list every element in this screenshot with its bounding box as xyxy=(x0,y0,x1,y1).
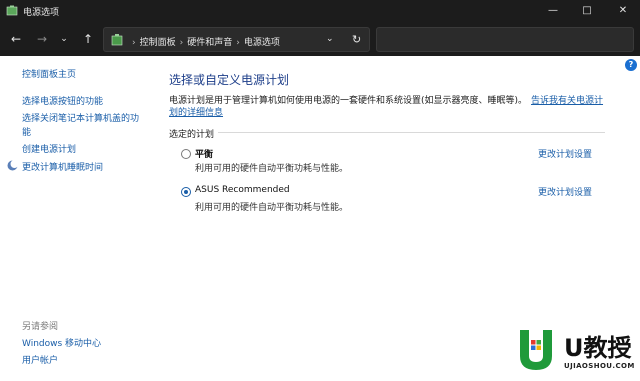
selected-plan-group-label: 选定的计划 xyxy=(169,130,215,140)
sidebar-item-user-accounts[interactable]: 用户帐户 xyxy=(22,353,58,366)
maximize-button[interactable]: □ xyxy=(570,0,604,22)
close-button[interactable]: ✕ xyxy=(606,0,640,22)
plan-asus-radio[interactable] xyxy=(181,187,191,197)
navigation-bar: ← → ⌄ ↑ › 控制面板 › 硬件和声音 › 电源选项 ⌄ ↻ xyxy=(0,22,640,56)
minimize-button[interactable]: — xyxy=(536,0,570,22)
sidebar-item-lid-close-cont[interactable]: 能 xyxy=(22,125,31,138)
plan-balanced-radio[interactable] xyxy=(181,149,191,159)
back-button[interactable]: ← xyxy=(6,30,26,48)
sidebar-item-home[interactable]: 控制面板主页 xyxy=(22,67,76,80)
up-button[interactable]: ↑ xyxy=(78,30,98,48)
help-button[interactable]: ? xyxy=(625,59,637,71)
breadcrumb-hardware-sound[interactable]: 硬件和声音 xyxy=(187,38,232,48)
watermark-text: U教授 xyxy=(564,334,632,362)
watermark-subtext: UJIAOSHOU.COM xyxy=(564,362,635,370)
plan-asus-description: 利用可用的硬件自动平衡功耗与性能。 xyxy=(195,203,349,213)
content-area: 控制面板主页 选择电源按钮的功能 选择关闭笔记本计算机盖的功 能 创建电源计划 … xyxy=(0,56,640,381)
sleep-moon-icon xyxy=(7,160,18,171)
refresh-icon[interactable]: ↻ xyxy=(352,33,361,46)
control-panel-icon xyxy=(111,34,123,46)
plan-asus-settings-link[interactable]: 更改计划设置 xyxy=(538,185,592,198)
watermark-logo-icon xyxy=(520,330,552,370)
sidebar-item-sleep-time[interactable]: 更改计算机睡眠时间 xyxy=(22,160,103,173)
sidebar-item-mobility-center[interactable]: Windows 移动中心 xyxy=(22,336,101,349)
breadcrumb-power-options[interactable]: 电源选项 xyxy=(244,38,280,48)
sidebar-item-lid-close[interactable]: 选择关闭笔记本计算机盖的功 xyxy=(22,111,139,124)
plan-asus-name[interactable]: ASUS Recommended xyxy=(195,185,290,195)
breadcrumb-separator: › xyxy=(179,38,184,48)
power-options-icon xyxy=(6,5,18,16)
breadcrumb: › 控制面板 › 硬件和声音 › 电源选项 xyxy=(128,35,280,48)
window-title: 电源选项 xyxy=(23,8,60,18)
address-dropdown-icon[interactable]: ⌄ xyxy=(326,34,334,44)
help-link[interactable]: 告诉我有关电源计 xyxy=(531,93,603,106)
help-link-cont[interactable]: 划的详细信息 xyxy=(169,105,223,118)
recent-locations-button[interactable]: ⌄ xyxy=(57,30,71,48)
plan-balanced-settings-link[interactable]: 更改计划设置 xyxy=(538,147,592,160)
see-also-label: 另请参阅 xyxy=(22,322,59,332)
plan-balanced-name[interactable]: 平衡 xyxy=(195,147,213,160)
plan-balanced-description: 利用可用的硬件自动平衡功耗与性能。 xyxy=(195,164,349,174)
sidebar-item-power-buttons[interactable]: 选择电源按钮的功能 xyxy=(22,94,103,107)
group-divider xyxy=(218,132,605,133)
watermark: U教授 UJIAOSHOU.COM xyxy=(512,326,638,378)
forward-button[interactable]: → xyxy=(32,30,52,48)
title-bar: 电源选项 — □ ✕ xyxy=(0,0,640,22)
sidebar-item-create-plan[interactable]: 创建电源计划 xyxy=(22,142,76,155)
search-input[interactable] xyxy=(376,27,634,52)
page-title: 选择或自定义电源计划 xyxy=(169,73,290,87)
breadcrumb-separator: › xyxy=(132,38,136,48)
breadcrumb-control-panel[interactable]: 控制面板 xyxy=(140,38,176,48)
address-bar[interactable]: › 控制面板 › 硬件和声音 › 电源选项 ⌄ ↻ xyxy=(103,27,370,52)
breadcrumb-separator: › xyxy=(236,38,240,48)
